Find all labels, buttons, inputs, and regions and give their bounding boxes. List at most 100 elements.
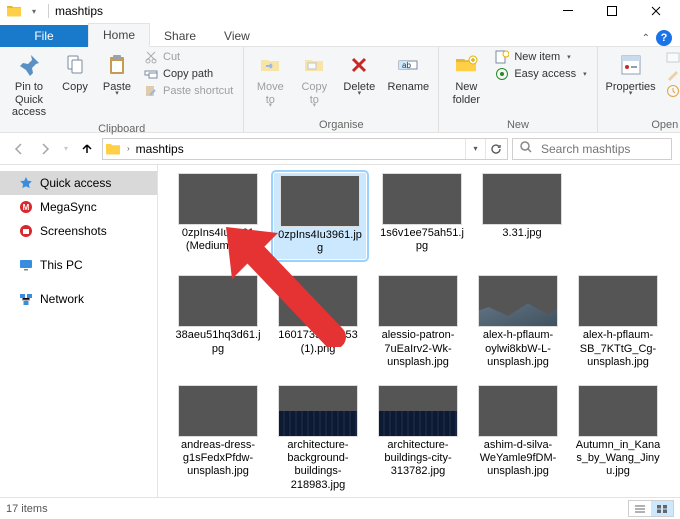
easy-access-label: Easy access: [514, 68, 576, 80]
file-thumbnail: [578, 385, 658, 437]
paste-icon: [103, 51, 131, 79]
paste-caret-icon: ▾: [98, 90, 136, 98]
file-item[interactable]: 1601735728653 (1).png: [274, 275, 362, 369]
file-name: Autumn_in_Kanas_by_Wang_Jinyu.jpg: [574, 439, 662, 479]
address-bar[interactable]: › mashtips ▾: [102, 138, 508, 160]
recent-locations-caret-icon[interactable]: ▾: [60, 138, 72, 160]
new-item-button[interactable]: New item ▾: [491, 49, 590, 65]
copy-path-button[interactable]: Copy path: [140, 66, 237, 82]
properties-button[interactable]: Properties ▾: [604, 49, 658, 96]
pin-label: Pin to Quick access: [10, 81, 48, 119]
file-item[interactable]: alessio-patron-7uEaIrv2-Wk-unsplash.jpg: [374, 275, 462, 369]
back-button[interactable]: [8, 138, 30, 160]
search-input[interactable]: [539, 141, 665, 157]
ribbon-group-open: Properties ▾ Open ▾ Edit History Op: [598, 47, 680, 132]
file-item[interactable]: andreas-dress-g1sFedxPfdw-unsplash.jpg: [174, 385, 262, 492]
properties-caret-icon: ▾: [604, 90, 658, 98]
edit-icon: [666, 67, 680, 81]
file-item[interactable]: 3.31.jpg: [478, 173, 566, 259]
rename-button[interactable]: ab Rename: [384, 49, 432, 96]
ribbon-group-new: New folder New item ▾ Easy access ▾ New: [439, 47, 597, 132]
file-item[interactable]: ashim-d-silva-WeYamle9fDM-unsplash.jpg: [474, 385, 562, 492]
close-button[interactable]: [634, 0, 678, 23]
ribbon-collapse-caret-icon[interactable]: ⌃: [642, 33, 650, 44]
file-thumbnail: [278, 275, 358, 327]
sidebar-item-quick-access[interactable]: Quick access: [0, 171, 157, 195]
up-button[interactable]: [76, 138, 98, 160]
sidebar-item-network[interactable]: Network: [0, 287, 157, 311]
paste-button[interactable]: Paste ▾: [98, 49, 136, 96]
easy-access-caret-icon: ▾: [583, 70, 587, 78]
search-field[interactable]: [512, 138, 672, 160]
address-dropdown-caret-icon[interactable]: ▾: [465, 139, 485, 159]
file-name: 0zpIns4Iu3961 (Medium).jpg: [174, 227, 262, 253]
ribbon-group-clipboard: Pin to Quick access Copy Paste ▾ Cut: [0, 47, 244, 132]
paste-shortcut-button[interactable]: Paste shortcut: [140, 83, 237, 99]
cut-label: Cut: [163, 51, 180, 63]
sidebar-item-this-pc[interactable]: This PC: [0, 253, 157, 277]
tab-share[interactable]: Share: [150, 25, 210, 47]
file-item[interactable]: 0zpIns4Iu3961.jpg: [274, 173, 366, 259]
file-item[interactable]: alex-h-pflaum-SB_7KTtG_Cg-unsplash.jpg: [574, 275, 662, 369]
breadcrumb[interactable]: mashtips: [134, 142, 186, 156]
new-folder-label: New folder: [453, 81, 481, 106]
history-icon: [666, 84, 680, 98]
file-item[interactable]: 1s6v1ee75ah51.jpg: [378, 173, 466, 259]
forward-button[interactable]: [34, 138, 56, 160]
svg-text:M: M: [23, 203, 30, 212]
sidebar-item-screenshots[interactable]: Screenshots: [0, 219, 157, 243]
file-name: architecture-buildings-city-313782.jpg: [374, 439, 462, 479]
file-thumbnail: [178, 275, 258, 327]
open-button[interactable]: Open ▾: [662, 49, 680, 65]
copy-button[interactable]: Copy: [56, 49, 94, 96]
file-name: 38aeu51hq3d61.jpg: [174, 329, 262, 355]
minimize-button[interactable]: [546, 0, 590, 23]
file-item[interactable]: 0zpIns4Iu3961 (Medium).jpg: [174, 173, 262, 259]
moveto-caret-icon: ▾: [250, 102, 290, 110]
edit-button[interactable]: Edit: [662, 66, 680, 82]
view-large-icons-button[interactable]: [651, 501, 673, 516]
file-thumbnail: [478, 275, 558, 327]
view-toggle: [628, 500, 674, 517]
file-name: 0zpIns4Iu3961.jpg: [276, 229, 364, 255]
file-item[interactable]: alex-h-pflaum-oylwi8kbW-L-unsplash.jpg: [474, 275, 562, 369]
crumb-caret-icon[interactable]: ›: [127, 144, 130, 153]
file-thumbnail: [278, 385, 358, 437]
title-separator: [48, 4, 49, 18]
copy-to-button[interactable]: Copy to ▾: [294, 49, 334, 108]
move-to-button[interactable]: Move to ▾: [250, 49, 290, 108]
open-icon: [666, 50, 680, 64]
sidebar: Quick access M MegaSync Screenshots This…: [0, 165, 158, 497]
tab-home[interactable]: Home: [88, 23, 150, 47]
pin-icon: [15, 51, 43, 79]
file-thumbnail: [578, 275, 658, 327]
sidebar-item-label: This PC: [40, 258, 83, 272]
copy-path-label: Copy path: [163, 68, 213, 80]
delete-button[interactable]: Delete ▾: [338, 49, 380, 96]
properties-icon: [617, 51, 645, 79]
file-item[interactable]: architecture-buildings-city-313782.jpg: [374, 385, 462, 492]
file-name: 1s6v1ee75ah51.jpg: [378, 227, 466, 253]
file-item[interactable]: architecture-background-buildings-218983…: [274, 385, 362, 492]
sidebar-item-megasync[interactable]: M MegaSync: [0, 195, 157, 219]
file-item[interactable]: Autumn_in_Kanas_by_Wang_Jinyu.jpg: [574, 385, 662, 492]
refresh-button[interactable]: [485, 139, 505, 159]
history-button[interactable]: History: [662, 83, 680, 99]
easy-access-button[interactable]: Easy access ▾: [491, 66, 590, 82]
tab-view[interactable]: View: [210, 25, 264, 47]
file-item[interactable]: 38aeu51hq3d61.jpg: [174, 275, 262, 369]
move-to-icon: [256, 51, 284, 79]
item-count: 17 items: [6, 503, 48, 515]
maximize-button[interactable]: [590, 0, 634, 23]
sidebar-item-label: Quick access: [40, 176, 111, 190]
new-folder-button[interactable]: New folder: [445, 49, 487, 108]
file-area[interactable]: 0zpIns4Iu3961 (Medium).jpg 0zpIns4Iu3961.…: [158, 165, 680, 497]
tab-file[interactable]: File: [0, 25, 88, 47]
pin-to-quick-access-button[interactable]: Pin to Quick access: [6, 49, 52, 121]
cut-button[interactable]: Cut: [140, 49, 237, 65]
view-details-button[interactable]: [629, 501, 651, 516]
rename-icon: ab: [394, 51, 422, 79]
help-icon[interactable]: ?: [656, 30, 672, 46]
qat-customize-caret-icon[interactable]: ▾: [26, 3, 42, 19]
file-thumbnail: [280, 175, 360, 227]
